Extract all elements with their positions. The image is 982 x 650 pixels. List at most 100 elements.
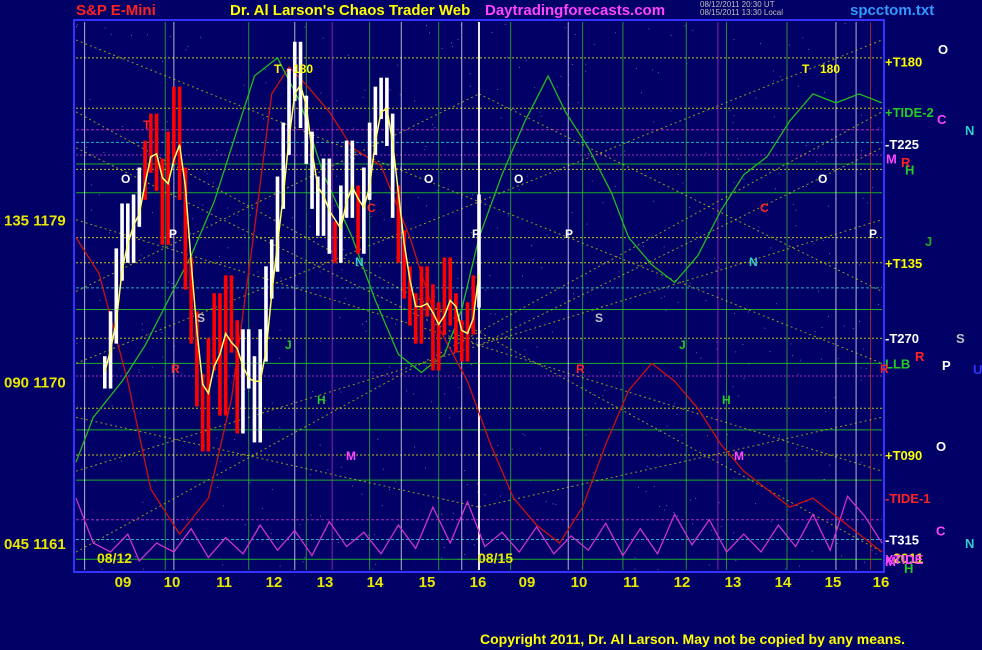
background-dot <box>334 204 336 206</box>
planet-label: P <box>942 358 951 373</box>
background-dot <box>865 368 867 370</box>
background-dot <box>545 500 547 502</box>
price-bar <box>235 320 239 434</box>
event-label: R <box>576 362 585 376</box>
background-dot <box>684 25 686 27</box>
planet-label: O <box>936 439 946 454</box>
background-dot <box>797 373 799 375</box>
background-dot <box>227 207 229 209</box>
site-link[interactable]: Daytradingforecasts.com <box>485 2 665 19</box>
background-dot <box>825 410 827 412</box>
background-dot <box>168 281 170 283</box>
background-dot <box>504 23 506 25</box>
x-tick-label: 14 <box>775 574 792 591</box>
planet-label: H <box>904 561 913 576</box>
background-dot <box>692 523 694 525</box>
background-dot <box>377 438 379 440</box>
background-dot <box>142 568 144 570</box>
event-label: O <box>424 172 433 186</box>
background-dot <box>373 534 375 536</box>
background-dot <box>142 501 144 503</box>
background-dot <box>878 304 880 305</box>
background-dot <box>863 348 865 350</box>
background-dot <box>186 517 188 519</box>
background-dot <box>700 357 702 359</box>
background-dot <box>441 47 443 49</box>
event-label: N <box>355 255 364 269</box>
background-dot <box>648 28 650 30</box>
background-dot <box>347 54 349 56</box>
background-dot <box>537 452 539 454</box>
planet-label: N <box>965 536 974 551</box>
background-dot <box>204 170 206 172</box>
data-file-name: spcctom.txt <box>850 2 935 19</box>
background-dot <box>779 76 781 78</box>
background-dot <box>434 127 436 128</box>
background-dot <box>236 214 238 216</box>
background-dot <box>560 109 562 111</box>
event-label: O <box>514 172 523 186</box>
background-dot <box>775 303 777 305</box>
right-axis-label: LLB <box>885 356 910 371</box>
background-dot <box>860 173 862 175</box>
background-dot <box>688 206 690 208</box>
background-dot <box>748 311 749 313</box>
background-dot <box>482 338 484 340</box>
background-dot <box>568 437 570 439</box>
background-dot <box>580 339 582 341</box>
background-dot <box>844 23 846 24</box>
background-dot <box>444 393 446 395</box>
background-dot <box>169 36 171 37</box>
background-dot <box>93 225 95 227</box>
background-dot <box>770 247 772 249</box>
background-dot <box>735 559 737 561</box>
background-dot <box>209 159 211 161</box>
price-bar <box>454 293 458 353</box>
background-dot <box>646 465 648 467</box>
background-dot <box>615 32 617 34</box>
background-dot <box>490 313 492 315</box>
planet-label: M <box>886 152 897 167</box>
background-dot <box>452 45 454 47</box>
background-dot <box>585 70 587 72</box>
background-dot <box>452 409 454 411</box>
background-dot <box>219 256 221 258</box>
background-dot <box>653 485 655 487</box>
price-bar <box>425 266 429 317</box>
background-dot <box>817 147 819 149</box>
price-bar <box>206 338 211 452</box>
background-dot <box>475 276 477 278</box>
x-tick-label: 12 <box>674 574 691 591</box>
background-dot <box>670 110 672 112</box>
x-tick-label: 10 <box>571 574 588 591</box>
background-dot <box>524 349 526 351</box>
event-label: T <box>143 118 151 132</box>
background-dot <box>790 239 792 241</box>
background-dot <box>878 127 880 129</box>
background-dot <box>588 153 589 154</box>
x-tick-label: 13 <box>317 574 334 591</box>
background-dot <box>389 89 391 91</box>
background-dot <box>426 205 427 207</box>
background-dot <box>76 342 78 344</box>
background-dot <box>573 293 575 295</box>
background-dot <box>496 89 498 90</box>
background-dot <box>215 437 217 439</box>
background-dot <box>261 540 263 542</box>
background-dot <box>319 271 321 273</box>
background-dot <box>104 27 106 29</box>
background-dot <box>755 503 756 505</box>
background-dot <box>229 365 231 367</box>
background-dot <box>366 321 367 322</box>
background-dot <box>818 539 820 540</box>
background-dot <box>342 161 344 163</box>
day-label: 08/15 <box>478 550 513 566</box>
background-dot <box>484 494 486 496</box>
background-dot <box>673 512 675 513</box>
background-dot <box>711 529 713 531</box>
background-dot <box>821 327 823 329</box>
chaos-chart: 135 1179 090 1170 045 1161 09 10 11 12 13 14 15 16… <box>0 0 982 650</box>
background-dot <box>279 329 281 331</box>
x-tick-label: 15 <box>825 574 842 591</box>
background-dot <box>608 427 610 429</box>
